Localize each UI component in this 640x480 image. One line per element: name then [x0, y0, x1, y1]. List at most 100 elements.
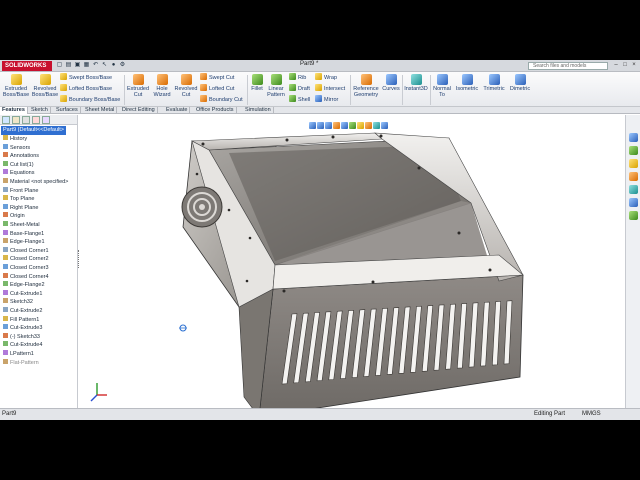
cutlist-icon: [3, 160, 8, 166]
isometric-button[interactable]: Isometric: [454, 74, 480, 92]
tree-item[interactable]: Front Plane: [3, 186, 38, 196]
wrap-button[interactable]: Wrap: [315, 73, 337, 82]
hole-wizard-button[interactable]: Hole Wizard: [151, 74, 173, 98]
lofted-cut-button[interactable]: Lofted Cut: [200, 84, 234, 93]
rebuild-icon[interactable]: ●: [110, 62, 117, 69]
draft-button[interactable]: Draft: [289, 84, 310, 93]
tab-surfaces[interactable]: Surfaces: [54, 107, 81, 114]
tree-item[interactable]: Annotations: [3, 152, 39, 161]
tree-item-label: (-) Sketch33: [10, 333, 40, 340]
tree-item[interactable]: (-) Sketch33: [3, 332, 40, 342]
annotation-icon: [3, 152, 8, 158]
tree-item[interactable]: Fill Pattern1: [3, 315, 39, 325]
view-palette-icon[interactable]: [629, 172, 638, 181]
tree-root-part[interactable]: Part9 (Default<<Default>: [1, 126, 66, 135]
close-button[interactable]: ×: [630, 61, 638, 70]
design-library-icon[interactable]: [629, 146, 638, 155]
boundary-cut-button[interactable]: Boundary Cut: [200, 95, 243, 104]
appearances-icon[interactable]: [629, 185, 638, 194]
tree-item-label: Top Plane: [10, 196, 35, 203]
intersect-icon: [315, 84, 322, 91]
save-icon[interactable]: ▣: [74, 62, 81, 69]
options-icon[interactable]: ⚙: [119, 62, 126, 69]
tree-item[interactable]: Origin: [3, 212, 25, 221]
swept-boss-button[interactable]: Swept Boss/Base: [60, 73, 112, 82]
tree-item[interactable]: Cut list(1): [3, 160, 34, 170]
dimetric-button[interactable]: Dimetric: [508, 74, 532, 92]
tree-item[interactable]: Cut-Extrude3: [3, 324, 42, 333]
tree-item[interactable]: Equations: [3, 169, 34, 178]
normal-to-button[interactable]: Normal To: [432, 74, 452, 98]
hole-wizard-icon: [156, 74, 168, 85]
tree-item[interactable]: Base-Flange1: [3, 229, 44, 239]
extruded-cut-button[interactable]: Extruded Cut: [126, 74, 150, 98]
undo-icon[interactable]: ↶: [92, 62, 99, 69]
tree-item[interactable]: Closed Corner4: [3, 272, 49, 282]
tab-simulation[interactable]: Simulation: [243, 107, 274, 114]
rib-button[interactable]: Rib: [289, 73, 306, 82]
tree-item-label: Sheet-Metal: [10, 222, 40, 228]
extruded-boss-button[interactable]: Extruded Boss/Base: [2, 74, 30, 98]
tree-item[interactable]: Flat-Pattern: [3, 358, 39, 368]
tree-item[interactable]: Sheet-Metal: [3, 221, 40, 230]
tab-sheet-metal[interactable]: Sheet Metal: [83, 107, 118, 114]
trimetric-button[interactable]: Trimetric: [481, 74, 507, 92]
tree-item[interactable]: History: [3, 135, 27, 144]
tree-item[interactable]: Cut-Extrude2: [3, 307, 42, 316]
tree-item[interactable]: LPattern1: [3, 350, 34, 359]
shell-icon: [289, 95, 296, 102]
linear-pattern-button[interactable]: Linear Pattern: [266, 74, 286, 98]
revolved-boss-button[interactable]: Revolved Boss/Base: [31, 74, 59, 98]
solidworks-resources-icon[interactable]: [629, 133, 638, 142]
tree-item[interactable]: Closed Corner2: [3, 255, 49, 264]
tree-item[interactable]: Sketch32: [3, 298, 33, 307]
tab-evaluate[interactable]: Evaluate: [164, 107, 191, 114]
mirror-button[interactable]: Mirror: [315, 95, 338, 104]
instant3d-button[interactable]: Instant3D: [403, 74, 429, 92]
tree-item[interactable]: Closed Corner1: [3, 246, 49, 256]
tree-item[interactable]: Closed Corner3: [3, 264, 49, 273]
boundary-boss-button[interactable]: Boundary Boss/Base: [60, 95, 120, 104]
swept-cut-button[interactable]: Swept Cut: [200, 73, 234, 82]
graphics-area[interactable]: [79, 115, 624, 408]
fillet-button[interactable]: Fillet: [249, 74, 265, 92]
display-manager-tab-icon[interactable]: [42, 116, 50, 124]
print-icon[interactable]: ▦: [83, 62, 90, 69]
tree-item[interactable]: Sensors: [3, 143, 30, 153]
flange-icon: [3, 238, 8, 244]
open-file-icon[interactable]: ▤: [65, 62, 72, 69]
minimize-button[interactable]: –: [612, 61, 620, 70]
tab-sketch[interactable]: Sketch: [29, 107, 51, 114]
select-icon[interactable]: ↖: [101, 62, 108, 69]
custom-properties-icon[interactable]: [629, 198, 638, 207]
intersect-button[interactable]: Intersect: [315, 84, 345, 93]
dimxpert-tab-icon[interactable]: [32, 116, 40, 124]
revolved-cut-button[interactable]: Revolved Cut: [174, 74, 198, 98]
tab-office-products[interactable]: Office Products: [194, 107, 237, 114]
forum-icon[interactable]: [629, 211, 638, 220]
tree-item[interactable]: Edge-Flange2: [3, 281, 45, 290]
search-input[interactable]: Search files and models: [528, 62, 608, 70]
tree-item[interactable]: Edge-Flange1: [3, 238, 45, 247]
property-manager-tab-icon[interactable]: [12, 116, 20, 124]
shell-button[interactable]: Shell: [289, 95, 310, 104]
tree-item-label: Closed Corner4: [10, 273, 49, 280]
tree-item[interactable]: Material <not specified>: [3, 178, 68, 187]
reference-geometry-button[interactable]: Reference Geometry: [352, 74, 380, 98]
tree-item[interactable]: Right Plane: [3, 203, 38, 213]
tab-features[interactable]: Features: [0, 107, 28, 114]
tree-item[interactable]: Top Plane: [3, 195, 34, 204]
file-explorer-icon[interactable]: [629, 159, 638, 168]
tree-item[interactable]: Cut-Extrude1: [3, 289, 42, 299]
linear-pattern-icon: [270, 74, 282, 85]
curves-button[interactable]: Curves: [381, 74, 401, 92]
tab-direct-editing[interactable]: Direct Editing: [120, 107, 158, 114]
configuration-manager-tab-icon[interactable]: [22, 116, 30, 124]
tree-item[interactable]: Cut-Extrude4: [3, 341, 42, 350]
new-file-icon[interactable]: ▢: [56, 62, 63, 69]
unit-system[interactable]: MMGS: [582, 411, 601, 417]
feature-manager-tab-icon[interactable]: [2, 116, 10, 124]
lofted-boss-button[interactable]: Lofted Boss/Base: [60, 84, 112, 93]
sheet-metal-enclosure-model[interactable]: [79, 115, 624, 408]
maximize-button[interactable]: □: [621, 61, 629, 70]
